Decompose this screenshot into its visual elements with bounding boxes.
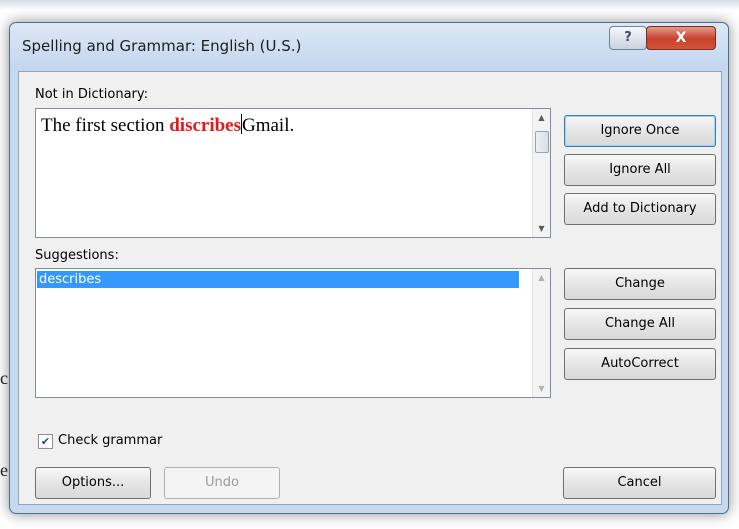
change-all-button[interactable]: Change All [564,308,716,340]
suggestions-label: Suggestions: [35,248,119,263]
help-button[interactable]: ? [609,26,647,50]
dialog-body: Not in Dictionary: The first section dis… [18,71,722,505]
scroll-up-arrow-icon[interactable]: ▲ [533,113,550,122]
undo-button: Undo [164,467,280,499]
add-to-dictionary-button[interactable]: Add to Dictionary [564,193,716,225]
sentence-text: The first section discribesGmail. [41,114,294,137]
change-button[interactable]: Change [564,268,716,300]
cancel-button[interactable]: Cancel [563,467,716,499]
spelling-grammar-dialog: Spelling and Grammar: English (U.S.) ? X… [9,22,729,514]
misspelled-word: discribes [169,115,241,136]
close-button[interactable]: X [646,26,716,50]
dialog-title: Spelling and Grammar: English (U.S.) [22,37,302,55]
sentence-after: Gmail. [242,115,295,136]
background-top-strip [0,0,739,10]
scroll-down-arrow-icon[interactable]: ▼ [533,384,550,393]
options-button[interactable]: Options... [35,467,151,499]
autocorrect-button[interactable]: AutoCorrect [564,348,716,380]
suggestions-list[interactable]: describes ▲ ▼ [35,268,551,398]
suggestion-item[interactable]: describes [37,271,519,288]
not-in-dictionary-label: Not in Dictionary: [35,87,149,102]
suggestions-scrollbar[interactable]: ▲ ▼ [532,269,550,397]
ignore-once-button[interactable]: Ignore Once [564,115,716,147]
scroll-down-arrow-icon[interactable]: ▼ [533,224,550,233]
background-text-fragment: c [0,368,8,388]
scrollbar-thumb[interactable] [535,131,549,153]
textbox-scrollbar[interactable]: ▲ ▼ [532,109,550,237]
title-bar: Spelling and Grammar: English (U.S.) ? X [10,23,728,71]
background-text-fragment: e [0,460,8,480]
check-grammar-checkbox[interactable]: ✔ [38,434,53,449]
scroll-up-arrow-icon[interactable]: ▲ [533,273,550,282]
sentence-before: The first section [41,115,170,136]
not-in-dictionary-textbox[interactable]: The first section discribesGmail. ▲ ▼ [35,108,551,238]
ignore-all-button[interactable]: Ignore All [564,154,716,186]
check-grammar-label: Check grammar [58,433,163,448]
